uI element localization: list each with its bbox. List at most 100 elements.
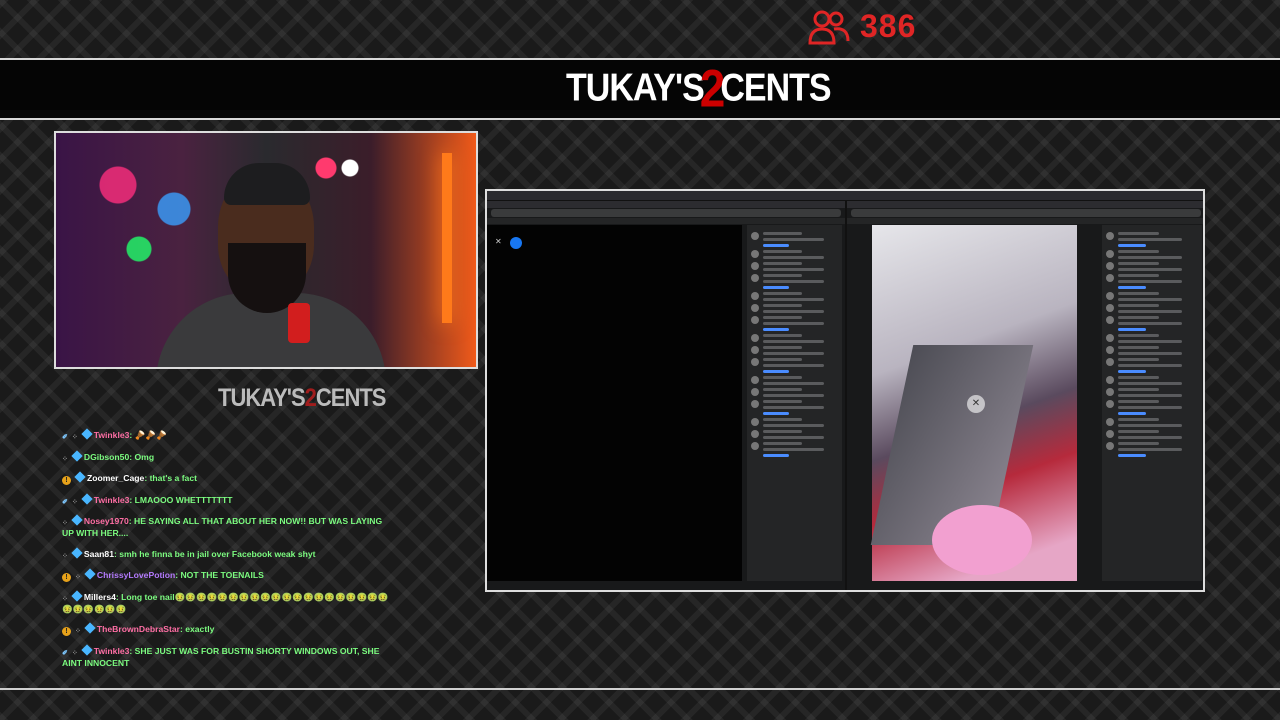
comment-placeholder — [1106, 334, 1198, 343]
comment-placeholder — [751, 334, 838, 343]
chat-username[interactable]: TheBrownDebraStar — [97, 624, 180, 634]
comment-placeholder — [751, 232, 838, 247]
chat-text: Omg — [134, 451, 155, 462]
chat-text: exactly — [185, 624, 215, 634]
browser-url-bar — [491, 209, 841, 217]
comment-placeholder — [751, 388, 838, 397]
close-icon[interactable]: ✕ — [495, 237, 502, 246]
comment-placeholder — [1106, 304, 1198, 313]
chat-message: ✐ ⁘ Twinkle3: SHE JUST WAS FOR BUSTIN SHOR… — [62, 643, 380, 668]
chat-username[interactable]: Millers4 — [84, 592, 116, 602]
sub-icon: ⁘ — [71, 498, 78, 506]
comment-placeholder — [1106, 400, 1198, 415]
bookmarks-bar-right — [847, 218, 1203, 224]
comment-placeholder — [751, 274, 838, 289]
gem-icon — [71, 589, 83, 602]
comment-placeholder — [751, 418, 838, 427]
chat-message: ⁘ Millers4: Long toe nail🤢🤢🤢🤢🤢🤢🤢🤢🤢🤢🤢🤢🤢🤢🤢🤢… — [62, 589, 389, 614]
comment-placeholder — [1106, 316, 1198, 331]
chat-username[interactable]: DGibson50 — [84, 452, 129, 462]
chat-text: NOT THE TOENAILS — [180, 570, 264, 580]
comments-panel — [747, 225, 842, 581]
brand-prefix: TUKAY'S — [566, 65, 705, 110]
gem-icon — [71, 449, 83, 462]
browser-tab-bar-right — [847, 201, 1203, 208]
comment-placeholder — [751, 292, 838, 301]
sub-icon: ⁘ — [62, 455, 68, 463]
sub-icon: ⁘ — [75, 628, 81, 635]
comment-placeholder — [1106, 232, 1198, 247]
facebook-live-video: ✕ — [870, 225, 1077, 581]
gem-icon — [81, 428, 93, 440]
chat-username[interactable]: Twinkle3 — [94, 646, 130, 656]
gem-icon — [71, 514, 83, 526]
chat-username[interactable]: Twinkle3 — [94, 495, 130, 505]
background-lights — [76, 153, 216, 313]
sub-icon: ⁘ — [62, 552, 68, 560]
microphone — [288, 303, 310, 343]
sub-icon: ⁘ — [62, 595, 68, 603]
comment-placeholder — [1106, 262, 1198, 271]
chat-message: ✐ ⁘ Twinkle3: LMAOOO WHETTTTTTT — [62, 492, 233, 506]
webcam-feed — [54, 131, 478, 369]
sword-icon: ✐ — [62, 434, 68, 441]
bookmarks-bar — [487, 218, 845, 224]
sword-icon: ✐ — [62, 649, 68, 657]
screen-share: ✕ ✕ — [485, 189, 1205, 592]
users-icon — [808, 10, 850, 44]
viewer-count: 386 — [860, 8, 917, 44]
sword-icon: ✐ — [62, 498, 68, 506]
brand-suffix: CENTS — [720, 65, 831, 110]
comment-placeholder — [751, 250, 838, 259]
chat-message: ⁘ Saan81: smh he finna be in jail over Fa… — [62, 546, 316, 560]
info-badge: ! — [62, 476, 71, 485]
chat-message: ⁘ Nosey1970: HE SAYING ALL THAT ABOUT HER… — [62, 514, 383, 538]
comment-placeholder — [1106, 274, 1198, 289]
brand-logo: TUKAY'S 2 CENTS — [566, 58, 832, 118]
browser-window-right: ✕ — [847, 201, 1203, 590]
comment-placeholder — [751, 358, 838, 373]
browser-window-left: ✕ — [487, 201, 845, 590]
browser-tab-bar — [487, 201, 845, 208]
comment-placeholder — [751, 442, 838, 457]
sub-icon: ⁘ — [71, 649, 78, 657]
chat-username[interactable]: Nosey1970 — [84, 516, 129, 526]
comment-placeholder — [1106, 292, 1198, 301]
mute-icon[interactable]: ✕ — [967, 395, 985, 413]
info-badge: ! — [62, 627, 71, 636]
gem-icon — [71, 546, 83, 559]
comment-placeholder — [751, 376, 838, 385]
comment-placeholder — [751, 346, 838, 355]
comment-placeholder — [751, 430, 838, 439]
chat-message: ! ⁘ TheBrownDebraStar: exactly — [62, 622, 392, 636]
chat-username[interactable]: Saan81 — [84, 549, 114, 559]
comment-placeholder — [1106, 346, 1198, 355]
neon-light — [442, 153, 452, 323]
comment-placeholder — [1106, 418, 1198, 427]
browser-url-bar-right — [851, 209, 1201, 217]
chat-username[interactable]: Zoomer_Cage — [87, 473, 144, 483]
info-badge: ! — [62, 573, 71, 582]
gem-icon — [81, 492, 93, 505]
sub-icon: ⁘ — [71, 434, 78, 441]
comment-placeholder — [1106, 358, 1198, 373]
chat-text: smh he finna be in jail over Facebook we… — [119, 548, 316, 559]
chat-message: ⁘ DGibson50: Omg — [62, 449, 155, 463]
chat-username[interactable]: ChrissyLovePotion — [97, 570, 175, 580]
gem-icon — [84, 622, 96, 634]
chat-message: ! ⁘ ChrissyLovePotion: NOT THE TOENAILS — [62, 568, 392, 582]
bottom-divider — [0, 688, 1280, 690]
chat-username[interactable]: Twinkle3 — [94, 430, 130, 440]
comment-placeholder — [1106, 250, 1198, 259]
chat-message: ! Zoomer_Cage: that's a fact — [62, 471, 392, 485]
mac-menu-bar — [487, 191, 1203, 200]
viewer-counter: 386 — [808, 8, 916, 45]
chat-message: ✐ ⁘ Twinkle3: 🪘🪘🪘 — [62, 428, 167, 441]
facebook-icon[interactable] — [510, 237, 522, 249]
comment-placeholder — [751, 400, 838, 415]
comment-placeholder — [1106, 442, 1198, 457]
chat-text: 🪘🪘🪘 — [134, 430, 167, 440]
facebook-video-player — [487, 225, 742, 581]
gem-icon — [84, 568, 96, 580]
chat-feed: ✐ ⁘ Twinkle3: 🪘🪘🪘 ⁘ DGibson50: Omg! Zoomer_Ca… — [62, 428, 392, 678]
